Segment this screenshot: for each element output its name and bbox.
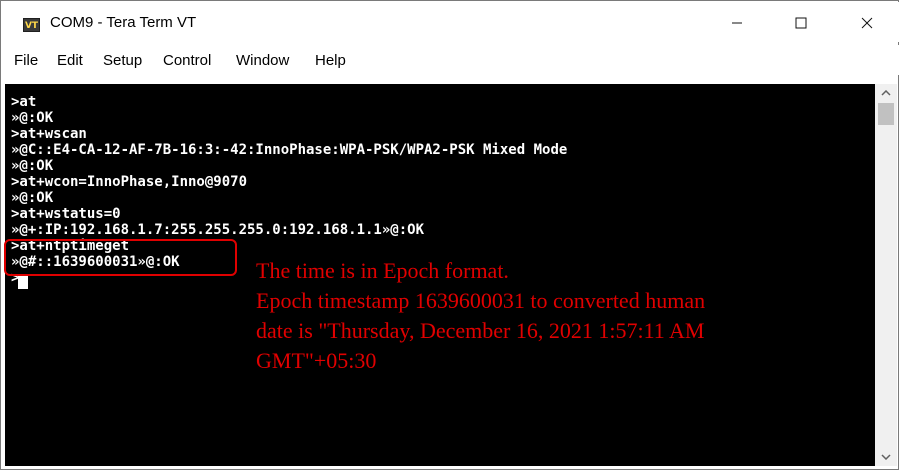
annotation-line: GMT"+05:30 xyxy=(256,348,377,373)
menu-bar: File Edit Setup Control Window Help xyxy=(2,45,899,75)
annotation-line: The time is in Epoch format. xyxy=(256,258,509,283)
terminal-cursor xyxy=(18,276,28,289)
minimize-button[interactable] xyxy=(705,3,769,43)
menu-window[interactable]: Window xyxy=(236,52,289,69)
menu-help[interactable]: Help xyxy=(315,52,346,69)
tera-term-icon[interactable]: VT xyxy=(23,18,40,32)
terminal-line: »@+:IP:192.168.1.7:255.255.255.0:192.168… xyxy=(11,222,425,238)
close-icon xyxy=(861,17,873,29)
terminal-line: >at+wstatus=0 xyxy=(11,206,121,222)
scroll-thumb[interactable] xyxy=(878,103,894,125)
vertical-scrollbar[interactable] xyxy=(875,84,897,466)
chevron-up-icon xyxy=(881,90,891,96)
close-button[interactable] xyxy=(835,3,899,43)
terminal-line: >at xyxy=(11,94,37,110)
terminal-line: >at+wscan xyxy=(11,126,87,142)
annotation-line: Epoch timestamp 1639600031 to converted … xyxy=(256,288,706,313)
annotation-line: date is "Thursday, December 16, 2021 1:5… xyxy=(256,318,705,343)
terminal-line: »@C::E4-CA-12-AF-7B-16:3:-42:InnoPhase:W… xyxy=(11,142,568,158)
menu-control[interactable]: Control xyxy=(163,52,211,69)
menu-setup[interactable]: Setup xyxy=(103,52,142,69)
highlight-box xyxy=(4,239,237,276)
title-bar[interactable]: VT COM9 - Tera Term VT xyxy=(2,2,899,42)
chevron-down-icon xyxy=(881,454,891,460)
terminal-line: »@:OK xyxy=(11,110,54,126)
maximize-icon xyxy=(795,17,807,29)
menu-file[interactable]: File xyxy=(14,52,38,69)
terminal-line: »@:OK xyxy=(11,158,54,174)
menu-edit[interactable]: Edit xyxy=(57,52,83,69)
maximize-button[interactable] xyxy=(769,3,833,43)
terminal-line: »@:OK xyxy=(11,190,54,206)
epoch-annotation: The time is in Epoch format. Epoch times… xyxy=(256,256,856,376)
window-title: COM9 - Tera Term VT xyxy=(50,14,197,31)
scroll-up-button[interactable] xyxy=(875,84,897,102)
minimize-icon xyxy=(732,22,742,24)
app-window: VT COM9 - Tera Term VT File Edit Setup C… xyxy=(0,0,899,470)
terminal-line: >at+wcon=InnoPhase,Inno@9070 xyxy=(11,174,248,190)
scroll-down-button[interactable] xyxy=(875,448,897,466)
